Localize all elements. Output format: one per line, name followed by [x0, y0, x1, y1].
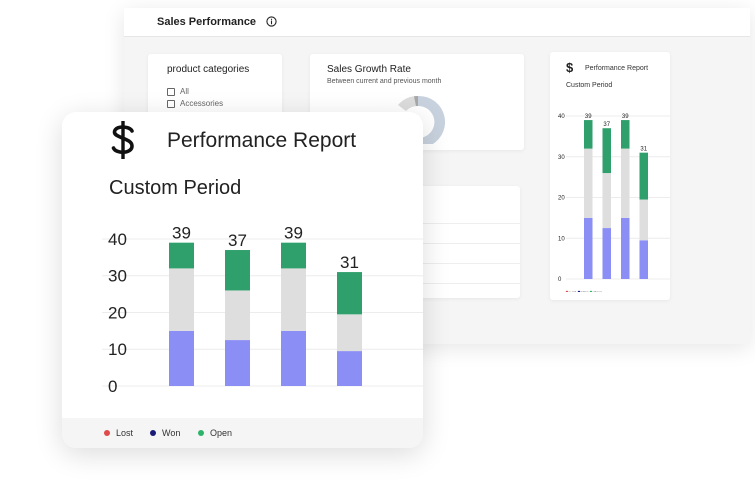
- mini-report-card: $ Performance Report Custom Period 0 10 20…: [550, 52, 670, 300]
- bar-total-label: 39: [622, 114, 629, 120]
- y-tick-label: 0: [108, 377, 117, 396]
- legend-dot: [150, 430, 156, 436]
- bar-segment-blue: [169, 330, 194, 386]
- legend-label: Lost: [116, 428, 134, 438]
- report-subtitle: Custom Period: [109, 177, 242, 199]
- legend-dot: [565, 290, 569, 292]
- y-tick-label: 40: [108, 230, 127, 249]
- y-tick-label: 40: [558, 114, 565, 120]
- bar-total-label: 39: [284, 224, 303, 243]
- mini-report-subtitle: Custom Period: [566, 82, 613, 89]
- bar-segment-gray: [337, 314, 362, 352]
- legend-item-open[interactable]: Open: [198, 428, 232, 438]
- bar-segment-blue: [281, 330, 306, 386]
- bar-segment-blue: [639, 240, 648, 279]
- mini-report-chart: 0 10 20 30 40 39 37 39 31 Lost Won Open: [558, 114, 670, 293]
- dollar-icon: $: [566, 60, 574, 75]
- legend-dot: [198, 430, 204, 436]
- bar-segment-gray: [639, 199, 648, 241]
- y-tick-label: 30: [558, 155, 565, 161]
- bar-segment-green: [169, 242, 194, 269]
- checkbox[interactable]: [167, 87, 175, 96]
- chart-legend: Lost Won Open: [62, 418, 423, 448]
- bar-segment-green: [281, 242, 306, 269]
- category-label: All: [180, 87, 189, 96]
- legend-item-lost[interactable]: Lost: [104, 428, 133, 438]
- bar-segment-green: [621, 120, 630, 149]
- dashboard-title: Sales Performance: [157, 16, 257, 28]
- growth-title: Sales Growth Rate: [327, 64, 411, 75]
- dollar-icon: [111, 121, 134, 159]
- legend-dot: [577, 290, 581, 292]
- window-header: Sales Performance: [124, 8, 750, 37]
- growth-subtitle: Between current and previous month: [327, 78, 442, 85]
- legend-item-won[interactable]: Won: [150, 428, 180, 438]
- performance-report-card: Performance Report Custom Period 0 10 20 30…: [62, 112, 423, 448]
- bar-segment-green: [337, 272, 362, 315]
- report-title: Performance Report: [167, 129, 357, 152]
- bar-segment-blue: [337, 351, 362, 386]
- info-icon[interactable]: [266, 16, 277, 27]
- bar-segment-gray: [225, 290, 250, 341]
- y-tick-label: 30: [108, 267, 127, 286]
- bar-segment-green: [584, 120, 593, 149]
- y-tick-label: 0: [558, 277, 562, 283]
- bar-total-label: 37: [603, 122, 610, 128]
- mini-report-title: Performance Report: [585, 65, 649, 72]
- legend-label: Lost: [570, 291, 577, 293]
- bar-segment-green: [602, 128, 611, 174]
- bar-total-label: 39: [172, 224, 191, 243]
- y-tick-label: 20: [108, 303, 127, 322]
- bar-segment-green: [225, 250, 250, 291]
- bar-segment-blue: [225, 340, 250, 386]
- bar-segment-green: [639, 152, 648, 200]
- y-tick-label: 10: [558, 236, 565, 242]
- report-chart: 0 10 20 30 40 39 37 39 31: [102, 224, 423, 396]
- legend-label: Won: [582, 291, 589, 293]
- categories-title: product categories: [167, 64, 250, 75]
- bar-segment-gray: [281, 268, 306, 331]
- bar-total-label: 31: [640, 147, 647, 153]
- legend-dot: [104, 430, 110, 436]
- y-tick-label: 10: [108, 340, 127, 359]
- bar-segment-blue: [602, 228, 611, 279]
- placeholder-gridlines: [414, 204, 520, 284]
- placeholder-card: [414, 186, 520, 298]
- category-all[interactable]: All: [167, 87, 189, 96]
- bar-total-label: 37: [228, 231, 247, 250]
- checkbox[interactable]: [167, 99, 175, 108]
- category-accessories[interactable]: Accessories: [167, 99, 223, 108]
- bar-segment-blue: [584, 217, 593, 279]
- bar-segment-gray: [169, 268, 194, 331]
- y-tick-label: 20: [558, 196, 565, 202]
- category-label: Accessories: [180, 99, 224, 108]
- legend-label: Open: [210, 428, 233, 438]
- legend-dot: [589, 290, 593, 292]
- bar-segment-blue: [621, 217, 630, 279]
- bar-segment-gray: [621, 148, 630, 218]
- bar-segment-gray: [602, 173, 611, 229]
- bar-segment-gray: [584, 148, 593, 218]
- bar-total-label: 39: [585, 114, 592, 120]
- legend-label: Won: [162, 428, 181, 438]
- bar-total-label: 31: [340, 253, 359, 272]
- legend-label: Open: [594, 291, 603, 293]
